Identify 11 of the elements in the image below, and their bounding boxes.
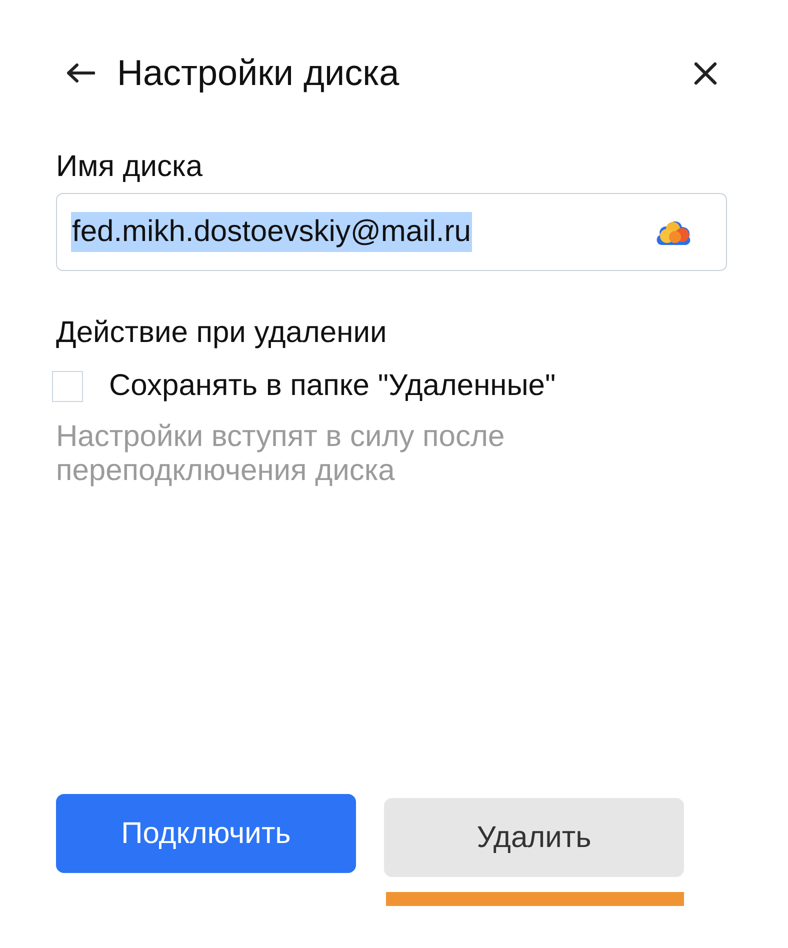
delete-button[interactable]: Удалить (384, 798, 684, 877)
hint-text: Настройки вступят в силу после переподключения диска (56, 420, 506, 488)
close-icon[interactable] (694, 62, 717, 84)
checkbox[interactable] (52, 370, 83, 402)
field-label: Имя диска (56, 150, 204, 184)
dialog-title: Настройки диска (117, 51, 400, 95)
disk-name-field[interactable]: fed.mikh.dostoevskiy@mail.ru (56, 193, 727, 271)
connect-button[interactable]: Подключить (56, 794, 356, 873)
checkbox-label[interactable]: Сохранять в папке "Удаленные" (109, 369, 556, 403)
back-arrow-icon[interactable] (66, 63, 95, 83)
section-heading: Действие при удалении (56, 316, 388, 350)
